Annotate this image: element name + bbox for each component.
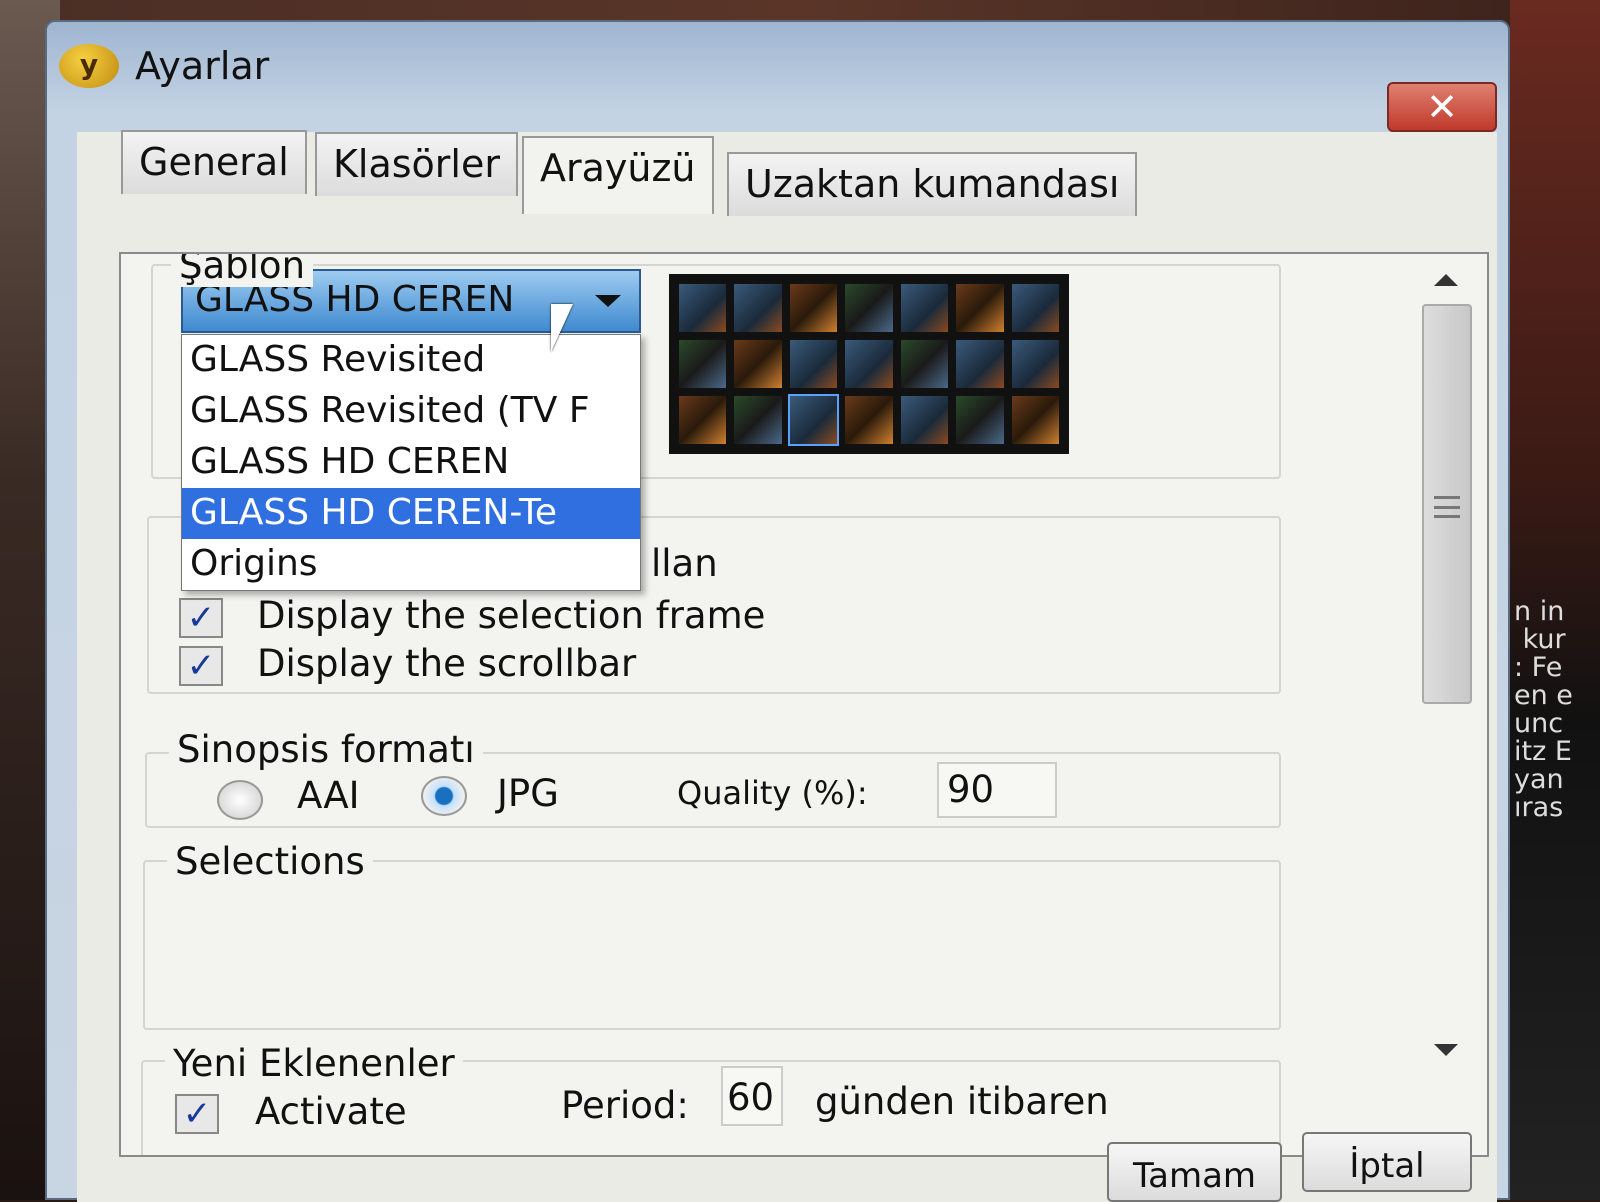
dialog-client: General Klasörler Arayüzü Uzaktan kumand…: [77, 130, 1497, 1202]
checkmark-icon: ✓: [186, 598, 216, 638]
poster-thumbnail: [845, 284, 893, 332]
poster-thumbnail: [679, 396, 727, 444]
poster-thumbnail: [734, 340, 782, 388]
template-option-highlighted[interactable]: GLASS HD CEREN-Te: [182, 488, 640, 539]
period-suffix: günden itibaren: [815, 1080, 1109, 1123]
hidden-option-label: llan: [651, 542, 718, 585]
tab-folders[interactable]: Klasörler: [315, 132, 518, 196]
poster-thumbnail: [789, 340, 838, 388]
aai-label: AAI: [297, 774, 360, 817]
activate-checkbox[interactable]: ✓: [175, 1094, 219, 1134]
background-text: n in kur : Fe en e unc itz E yan ıras: [1514, 596, 1573, 823]
cancel-button[interactable]: İptal: [1302, 1132, 1472, 1192]
jpg-radio[interactable]: [421, 776, 467, 816]
ok-button[interactable]: Tamam: [1107, 1142, 1282, 1202]
synopsis-group-label: Sinopsis formatı: [169, 728, 483, 771]
poster-thumbnail: [1011, 340, 1059, 388]
template-group-label: Şablon: [171, 254, 314, 287]
poster-thumbnail: [956, 284, 1004, 332]
poster-thumbnail: [734, 284, 782, 332]
grip-icon: [1434, 496, 1460, 518]
activate-label: Activate: [255, 1090, 407, 1133]
template-option[interactable]: GLASS Revisited (TV F: [182, 386, 640, 437]
poster-thumbnail: [900, 340, 949, 388]
scroll-down-icon[interactable]: [1434, 1044, 1458, 1056]
template-preview-image: [669, 274, 1069, 454]
tab-interface[interactable]: Arayüzü: [522, 136, 714, 214]
poster-thumbnail: [789, 284, 838, 332]
poster-thumbnail: [956, 340, 1004, 388]
window-title: Ayarlar: [135, 44, 270, 88]
poster-thumbnail: [900, 396, 949, 444]
tab-general[interactable]: General: [121, 130, 307, 194]
quality-label: Quality (%):: [677, 774, 868, 812]
selection-frame-checkbox[interactable]: ✓: [179, 598, 223, 638]
quality-input[interactable]: 90: [937, 762, 1057, 818]
period-input[interactable]: 60: [721, 1066, 783, 1126]
poster-thumbnail: [679, 340, 727, 388]
checkmark-icon: ✓: [186, 646, 216, 686]
scrollbar-thumb[interactable]: [1422, 304, 1472, 704]
background-window-right: n in kur : Fe en e unc itz E yan ıras: [1510, 0, 1600, 1200]
poster-thumbnail: [1011, 396, 1059, 444]
poster-thumbnail: [956, 396, 1004, 444]
tab-remote-control[interactable]: Uzaktan kumandası: [727, 152, 1138, 216]
poster-thumbnail: [679, 284, 727, 332]
chevron-down-icon: [595, 295, 621, 307]
poster-thumbnail: [734, 396, 782, 444]
template-option[interactable]: Origins: [182, 539, 640, 590]
poster-thumbnail: [900, 284, 949, 332]
checkmark-icon: ✓: [182, 1094, 212, 1134]
template-option[interactable]: GLASS HD CEREN: [182, 437, 640, 488]
scrollbar-label: Display the scrollbar: [257, 642, 637, 685]
new-additions-group-label: Yeni Eklenenler: [165, 1042, 463, 1085]
close-icon: ✕: [1426, 85, 1458, 129]
scroll-up-icon[interactable]: [1434, 274, 1458, 286]
interface-panel: Şablon GLASS HD CEREN GLASS Revisited GL…: [119, 252, 1489, 1157]
template-options-list: GLASS Revisited GLASS Revisited (TV F GL…: [181, 334, 641, 591]
scrollbar-checkbox[interactable]: ✓: [179, 646, 223, 686]
period-label: Period:: [561, 1084, 689, 1127]
selections-group-label: Selections: [167, 840, 373, 883]
settings-dialog: y Ayarlar ✕ General Klasörler Arayüzü Uz…: [45, 20, 1510, 1202]
jpg-label: JPG: [497, 772, 559, 815]
poster-thumbnail: [845, 396, 893, 444]
close-button[interactable]: ✕: [1387, 82, 1497, 132]
app-logo-icon: y: [59, 44, 119, 88]
poster-thumbnail-selected: [787, 394, 840, 446]
poster-thumbnail: [1011, 284, 1059, 332]
poster-thumbnail: [845, 340, 893, 388]
mouse-cursor-icon: [551, 304, 573, 352]
aai-radio[interactable]: [217, 780, 263, 820]
selections-group: [143, 860, 1281, 1030]
selection-frame-label: Display the selection frame: [257, 594, 766, 637]
panel-scrollbar[interactable]: [1416, 254, 1476, 1074]
